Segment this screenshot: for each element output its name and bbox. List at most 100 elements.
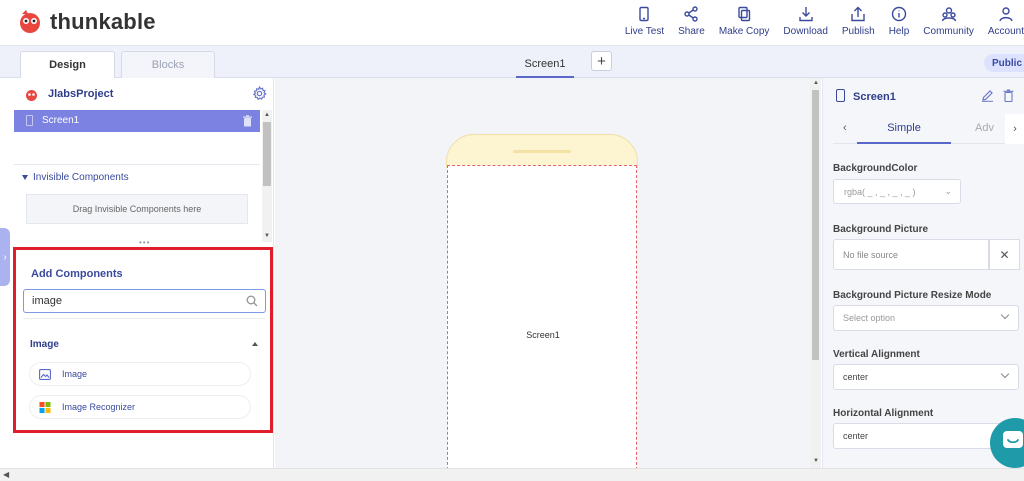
screen-tab-screen1[interactable]: Screen1: [516, 52, 574, 78]
scroll-down-arrow-icon[interactable]: ▼: [264, 233, 270, 239]
background-color-value: rgba( _ , _ , _ , _ ): [844, 187, 916, 197]
canvas-screen-label: Screen1: [526, 330, 560, 340]
copy-icon: [738, 6, 751, 22]
tab-design[interactable]: Design: [20, 51, 115, 78]
screen-list-item-screen1[interactable]: Screen1: [14, 110, 260, 132]
phone-preview: Screen1: [446, 134, 638, 475]
caret-down-icon: [22, 175, 28, 180]
nav-live-test[interactable]: Live Test: [618, 6, 671, 37]
component-list: Image Image Image Recognizer: [23, 318, 265, 430]
scrollbar-thumb[interactable]: [263, 122, 271, 186]
background-picture-label: Background Picture: [833, 224, 929, 235]
invisible-components-toggle[interactable]: Invisible Components: [22, 172, 129, 183]
component-search-input[interactable]: [25, 291, 235, 311]
scrollbar-thumb[interactable]: [812, 90, 819, 360]
properties-panel: Screen1 ‹ Simple Adv › BackgroundColor r…: [822, 78, 1024, 468]
chevron-right-icon[interactable]: ›: [1005, 114, 1024, 144]
vertical-alignment-select[interactable]: center: [833, 364, 1019, 390]
project-name: JlabsProject: [48, 88, 114, 100]
help-icon: [891, 6, 907, 22]
background-color-label: BackgroundColor: [833, 163, 918, 174]
nav-community[interactable]: Community: [916, 6, 981, 37]
gear-icon[interactable]: [252, 86, 267, 101]
add-components-panel: Add Components Image Image Image Recogni…: [13, 247, 273, 433]
resize-mode-label: Background Picture Resize Mode: [833, 290, 992, 301]
download-icon: [798, 7, 813, 22]
tab-blocks[interactable]: Blocks: [121, 51, 215, 78]
nav-make-copy[interactable]: Make Copy: [712, 6, 777, 37]
invisible-components-dropzone[interactable]: Drag Invisible Components here: [26, 194, 248, 224]
vertical-alignment-value: center: [843, 372, 869, 382]
caret-up-icon: [252, 342, 258, 346]
nav-publish[interactable]: Publish: [835, 6, 882, 37]
scroll-up-arrow-icon[interactable]: ▲: [264, 112, 270, 118]
component-search-box[interactable]: [23, 289, 266, 313]
nav-share[interactable]: Share: [671, 6, 712, 37]
scroll-up-arrow-icon[interactable]: ▲: [813, 80, 819, 86]
nav-label: Make Copy: [718, 26, 770, 37]
search-icon: [246, 295, 258, 307]
phone-screen[interactable]: Screen1: [447, 165, 637, 475]
expand-panel-handle[interactable]: ›: [0, 228, 10, 286]
account-icon: [999, 7, 1013, 22]
design-canvas: Screen1: [275, 78, 810, 475]
nav-help[interactable]: Help: [882, 6, 917, 37]
chevron-left-icon[interactable]: ‹: [843, 122, 847, 134]
background-picture-value: No file source: [843, 250, 899, 260]
clear-background-picture-button[interactable]: ✕: [989, 239, 1020, 270]
page-horizontal-scrollbar[interactable]: ◀: [0, 468, 1024, 481]
brand[interactable]: thunkable: [18, 9, 156, 35]
chevron-right-icon: ›: [3, 251, 7, 263]
scroll-down-arrow-icon[interactable]: ▼: [813, 458, 819, 464]
phone-icon: [26, 115, 33, 126]
component-item-image-recognizer[interactable]: Image Recognizer: [29, 395, 251, 419]
resize-mode-select[interactable]: Select option: [833, 305, 1019, 331]
visibility-badge[interactable]: Public: [984, 54, 1024, 72]
background-picture-field[interactable]: No file source: [833, 239, 989, 270]
resize-mode-placeholder: Select option: [843, 313, 896, 323]
invisible-components-title: Invisible Components: [33, 172, 129, 183]
canvas-scrollbar[interactable]: ▲ ▼: [810, 78, 821, 468]
nav-download[interactable]: Download: [776, 6, 834, 37]
divider: [14, 164, 260, 165]
tab-advanced[interactable]: Adv: [975, 122, 994, 134]
thunkable-logo-icon: [20, 10, 40, 33]
publish-icon: [851, 6, 865, 22]
project-icon: [26, 90, 37, 101]
top-nav: Live Test Share Make Copy Download Publi…: [618, 6, 1024, 37]
add-screen-button[interactable]: +: [591, 51, 612, 71]
share-icon: [684, 6, 699, 22]
nav-label: Community: [923, 26, 974, 37]
editor-subbar: Design Blocks Screen1 + Public: [0, 46, 1024, 78]
top-bar: thunkable Live Test Share Make Copy Down…: [0, 0, 1024, 46]
component-item-label: Image: [62, 369, 88, 379]
project-header: JlabsProject: [14, 78, 274, 110]
image-icon: [39, 369, 51, 380]
properties-header: Screen1: [823, 78, 1024, 112]
trash-icon[interactable]: [1003, 89, 1014, 102]
component-item-image[interactable]: Image: [29, 362, 251, 386]
chevron-down-icon: [1000, 369, 1010, 379]
pencil-icon[interactable]: [981, 89, 994, 102]
horizontal-alignment-value: center: [843, 431, 869, 441]
nav-account[interactable]: Account: [981, 6, 1024, 37]
brand-name: thunkable: [50, 9, 156, 34]
category-image-header[interactable]: Image: [30, 339, 258, 350]
community-icon: [941, 7, 956, 22]
chevron-down-icon: ⌄: [944, 186, 952, 196]
nav-label: Download: [783, 26, 828, 37]
phone-header: [446, 134, 638, 168]
resize-handle-icon[interactable]: •••: [139, 238, 150, 247]
screens-scrollbar[interactable]: ▲ ▼: [262, 110, 272, 242]
trash-icon[interactable]: [242, 115, 253, 127]
nav-label: Publish: [841, 26, 875, 37]
nav-label: Help: [888, 26, 910, 37]
horizontal-alignment-label: Horizontal Alignment: [833, 408, 934, 419]
scroll-left-arrow-icon[interactable]: ◀: [3, 470, 9, 479]
nav-label: Account: [987, 26, 1024, 37]
close-icon: ✕: [999, 247, 1010, 262]
background-color-picker[interactable]: rgba( _ , _ , _ , _ ) ⌄: [833, 179, 961, 204]
vertical-alignment-label: Vertical Alignment: [833, 349, 920, 360]
category-label: Image: [30, 339, 59, 350]
tab-simple[interactable]: Simple: [857, 114, 951, 144]
